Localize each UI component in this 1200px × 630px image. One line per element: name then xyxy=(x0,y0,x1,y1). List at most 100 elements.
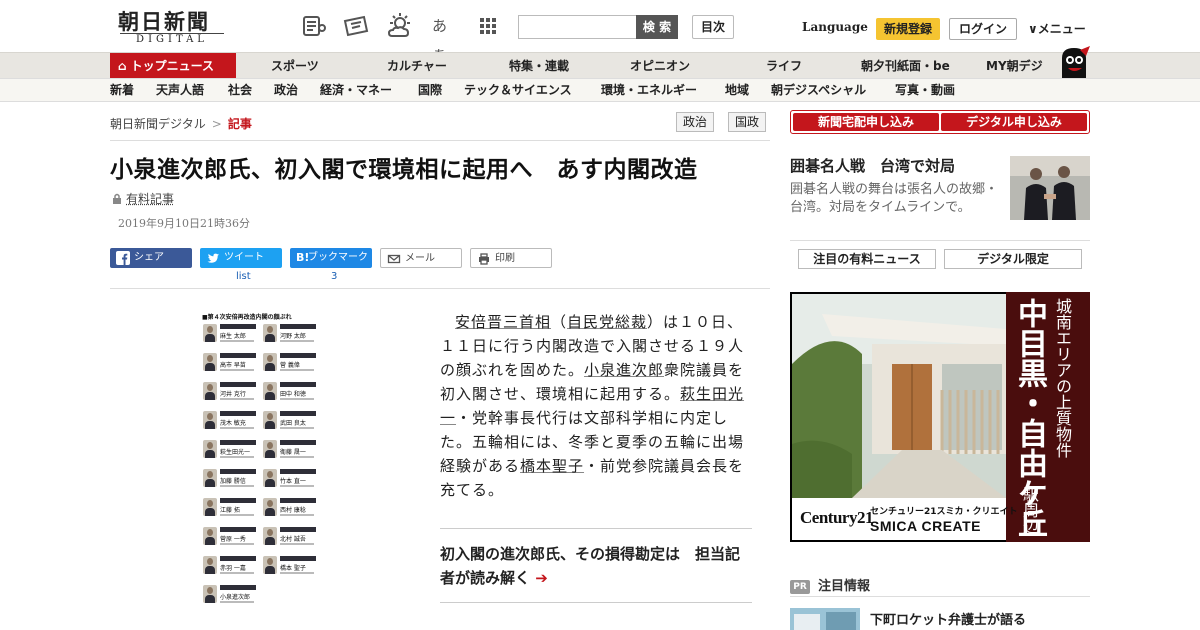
nav-item-opinion[interactable]: オピニオン xyxy=(630,53,690,79)
cabinet-member: 河野 太郎 xyxy=(262,321,319,347)
mail-share-button[interactable]: メール xyxy=(380,248,462,268)
cabinet-member: 西村 康稔 xyxy=(262,495,319,521)
portrait-photo xyxy=(263,353,277,371)
pr-label: 注目情報 xyxy=(818,579,871,594)
cabinet-member: 茂木 敏充 xyxy=(202,408,259,434)
nav-item-newspaper[interactable]: 朝夕刊紙面・be xyxy=(861,53,950,79)
signup-button[interactable]: 新規登録 xyxy=(876,18,940,40)
cabinet-member: 衛藤 晟一 xyxy=(262,437,319,463)
post-label xyxy=(220,440,256,445)
nav-item-my-asadigi[interactable]: MY朝デジ xyxy=(986,53,1043,79)
member-name: 橋本 聖子 xyxy=(280,565,306,572)
person-link[interactable]: 自民党総裁 xyxy=(567,313,647,331)
tag-national-politics[interactable]: 国政 xyxy=(728,112,767,132)
weather-icon[interactable] xyxy=(386,12,414,40)
post-label xyxy=(280,411,316,416)
pr-thumbnail[interactable] xyxy=(790,608,860,630)
nav2-item-region[interactable]: 地域 xyxy=(725,79,749,101)
nav2-item-tech[interactable]: テック＆サイエンス xyxy=(464,79,572,101)
nav-item-life[interactable]: ライフ xyxy=(766,53,802,79)
print-button[interactable]: 印刷 xyxy=(470,248,552,268)
mail-icon xyxy=(387,254,401,264)
paid-article-label[interactable]: 有料記事 xyxy=(112,190,174,207)
post-label xyxy=(220,498,256,503)
portrait-photo xyxy=(203,382,217,400)
member-detail xyxy=(220,543,254,545)
nav2-item-photo-video[interactable]: 写真・動画 xyxy=(895,79,955,101)
feature-photo[interactable] xyxy=(1010,156,1090,220)
search-button[interactable]: 検 索 xyxy=(636,15,678,39)
divider xyxy=(440,528,752,529)
portrait-photo xyxy=(203,469,217,487)
nav2-item-special[interactable]: 朝デジスペシャル xyxy=(771,79,866,101)
ad-house-photo xyxy=(792,294,1006,498)
nav2-item-environment[interactable]: 環境・エネルギー xyxy=(601,79,697,101)
portrait-photo xyxy=(203,498,217,516)
nav2-item-politics[interactable]: 政治 xyxy=(274,79,298,101)
member-detail xyxy=(280,514,314,516)
post-label xyxy=(220,527,256,532)
home-delivery-button[interactable]: 新聞宅配申し込み xyxy=(793,113,939,131)
nav2-item-tenseijingo[interactable]: 天声人語 xyxy=(156,79,204,101)
print-icon xyxy=(479,253,489,265)
cabinet-lineup-figure[interactable]: ■第４次安倍再改造内閣の顔ぶれ 麻生 太郎 河野 太郎 高市 早苗 菅 義偉 河井 克行… xyxy=(202,312,320,608)
breadcrumb-home[interactable]: 朝日新聞デジタル xyxy=(110,117,206,131)
real-estate-ad[interactable]: 城南エリアの上質物件 中目黒・自由ケ丘 駅周辺 Century21 センチュリー… xyxy=(790,292,1090,542)
twitter-count-link[interactable]: list xyxy=(236,271,251,282)
site-logo[interactable]: 朝日新聞 DIGITAL xyxy=(112,6,230,48)
menu-button[interactable]: ∨メニュー xyxy=(1028,20,1086,37)
site-header: 朝日新聞 DIGITAL あぁ 検 索 目次 Language 新 xyxy=(0,0,1200,63)
person-link[interactable]: 安倍晋三首相 xyxy=(455,313,551,331)
subscription-box: 新聞宅配申し込み デジタル申し込み xyxy=(790,110,1090,134)
coupon-icon[interactable] xyxy=(342,12,370,40)
feature-title[interactable]: 囲碁名人戦 台湾で対局 xyxy=(790,155,955,176)
member-name: 加藤 勝信 xyxy=(220,478,246,485)
divider xyxy=(110,140,770,141)
member-name: 河野 太郎 xyxy=(280,333,306,340)
language-link[interactable]: Language xyxy=(802,20,868,34)
apps-grid-icon[interactable] xyxy=(474,12,502,40)
member-name: 萩生田光一 xyxy=(220,449,251,456)
nav2-item-latest[interactable]: 新着 xyxy=(110,79,134,101)
article-headline: 小泉進次郎氏、初入閣で環境相に起用へ あす内閣改造 xyxy=(110,157,698,183)
feature-text[interactable]: 囲碁名人戦の舞台は張名人の故郷・台湾。対局をタイムラインで。 xyxy=(790,181,1000,217)
member-name: 江藤 拓 xyxy=(220,507,240,514)
hatena-count[interactable]: 3 xyxy=(331,271,337,282)
paid-news-button[interactable]: 注目の有料ニュース xyxy=(798,249,936,269)
pr-item-title[interactable]: 下町ロケット弁護士が語る xyxy=(870,609,1026,628)
nav-item-sports[interactable]: スポーツ xyxy=(271,53,319,79)
digital-subscribe-button[interactable]: デジタル申し込み xyxy=(941,113,1087,131)
print-label: 印刷 xyxy=(495,253,515,264)
nav2-item-society[interactable]: 社会 xyxy=(228,79,252,101)
member-detail xyxy=(280,427,314,429)
hatena-bookmark-button[interactable]: B! ブックマーク xyxy=(290,248,372,268)
digital-only-button[interactable]: デジタル限定 xyxy=(944,249,1082,269)
member-name: 麻生 太郎 xyxy=(220,333,246,340)
post-label xyxy=(220,324,256,329)
divider xyxy=(790,240,1090,241)
post-label xyxy=(220,382,256,387)
font-size-icon[interactable]: あぁ xyxy=(432,12,460,63)
nav-top-news[interactable]: ⌂ トップニュース xyxy=(110,53,236,79)
post-label xyxy=(220,353,256,358)
related-article-link[interactable]: 初入閣の進次郎氏、その損得勘定は 担当記者が読み解く ➔ xyxy=(440,542,752,590)
tag-politics[interactable]: 政治 xyxy=(676,112,715,132)
facebook-share-button[interactable]: シェア xyxy=(110,248,192,268)
member-name: 田中 和徳 xyxy=(280,391,306,398)
cabinet-member: 田中 和徳 xyxy=(262,379,319,405)
nav-item-features[interactable]: 特集・連載 xyxy=(509,53,569,79)
nav2-item-international[interactable]: 国際 xyxy=(418,79,442,101)
login-button[interactable]: ログイン xyxy=(949,18,1017,40)
person-link[interactable]: 小泉進次郎 xyxy=(584,361,664,379)
nav-item-culture[interactable]: カルチャー xyxy=(387,53,447,79)
search-input[interactable] xyxy=(518,15,638,39)
member-detail xyxy=(280,456,314,458)
ad-brand-bar: Century21 センチュリー21スミカ・クリエイト SMICA CREATE xyxy=(792,498,1018,540)
member-name: 河井 克行 xyxy=(220,391,246,398)
post-label xyxy=(280,556,316,561)
person-link[interactable]: 橋本聖子 xyxy=(520,457,584,475)
nav2-item-economy[interactable]: 経済・マネー xyxy=(320,79,392,101)
reader-icon[interactable] xyxy=(300,12,328,40)
twitter-share-button[interactable]: ツイート xyxy=(200,248,282,268)
toc-button[interactable]: 目次 xyxy=(692,15,734,39)
